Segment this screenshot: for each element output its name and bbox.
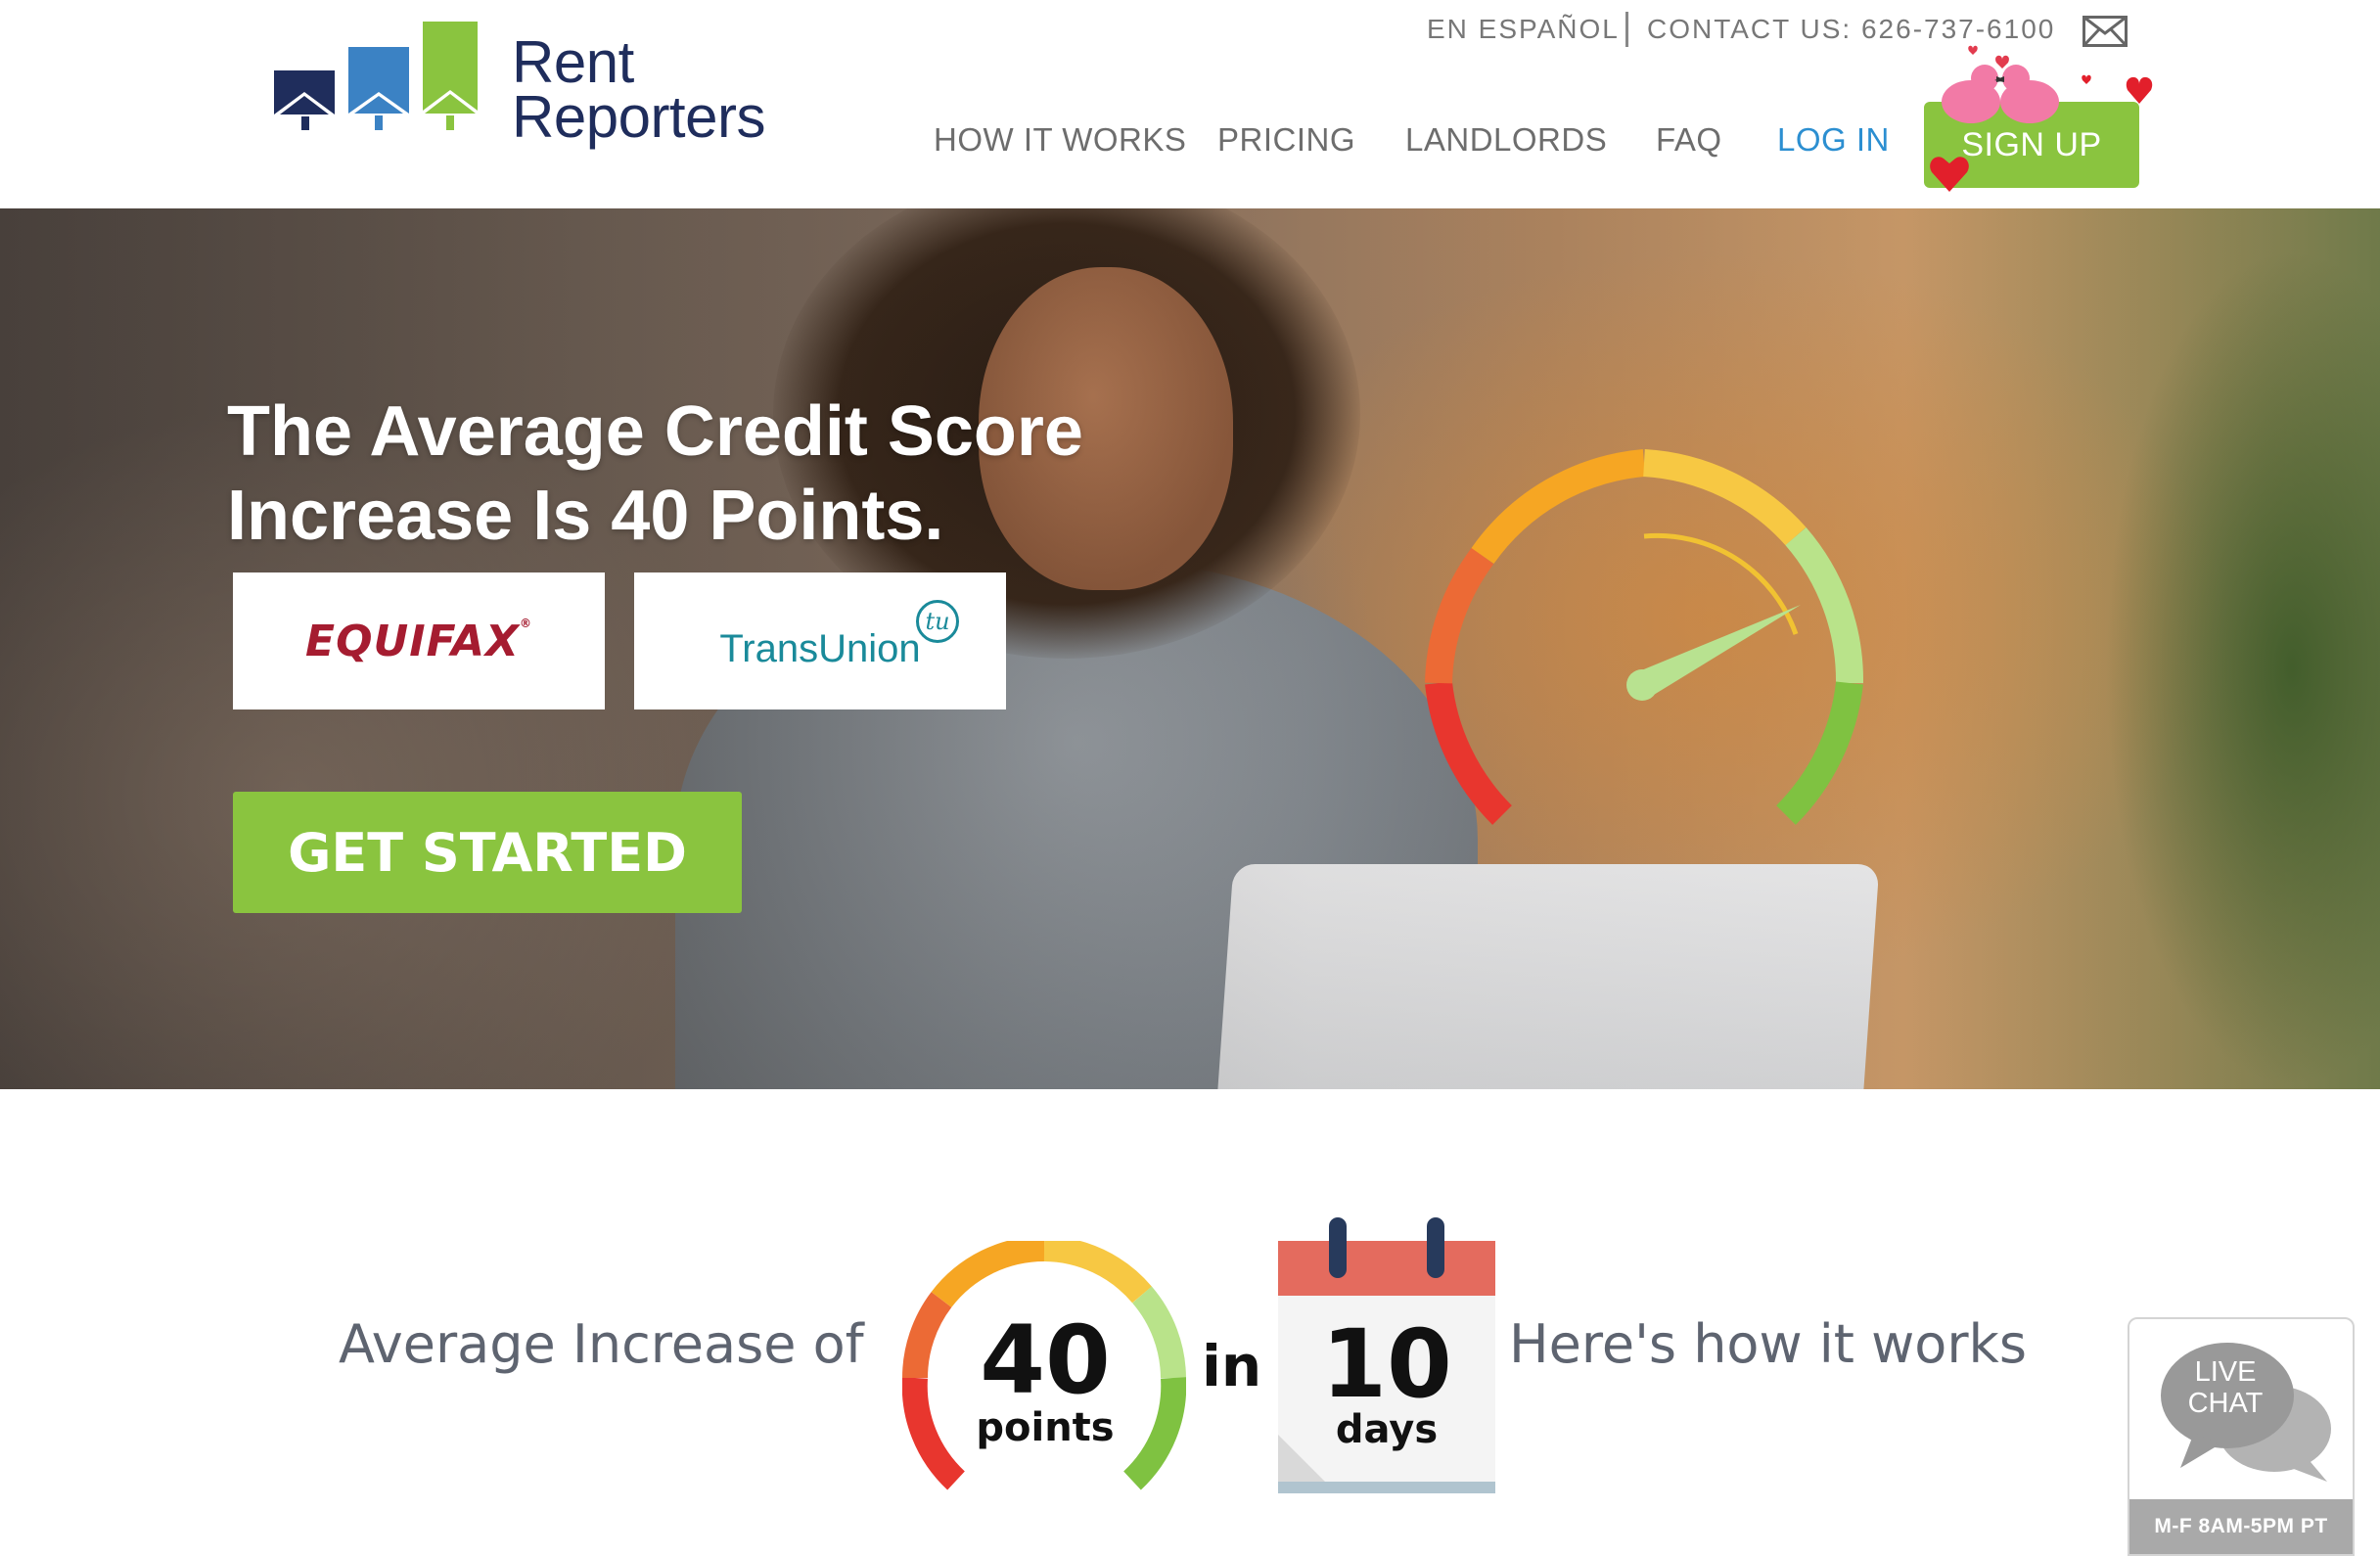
utility-divider	[1625, 12, 1628, 47]
points-unit: points	[976, 1405, 1115, 1450]
stats-connector: in	[1202, 1333, 1262, 1399]
logo-line-reporters: Reporters	[512, 84, 765, 150]
nav-log-in[interactable]: LOG IN	[1777, 121, 1890, 159]
hero-headline-line1: The Average Credit Score	[227, 392, 1083, 471]
transunion-logo-card: TransUnion tu	[634, 572, 1006, 709]
average-increase-label: Average Increase of	[339, 1313, 864, 1375]
nav-how-it-works[interactable]: HOW IT WORKS	[934, 121, 1186, 159]
nav-faq[interactable]: FAQ	[1656, 121, 1722, 159]
live-chat-hours: M-F 8AM-5PM PT	[2129, 1499, 2353, 1554]
hero-headline: The Average Credit Score Increase Is 40 …	[227, 389, 1186, 558]
equifax-logo: EQUIFAX®	[305, 616, 532, 666]
transunion-logo: TransUnion	[719, 626, 921, 670]
espanol-link[interactable]: EN ESPAÑOL	[1427, 14, 1620, 45]
live-chat-line1: LIVE	[2194, 1356, 2257, 1388]
love-birds-icon	[1942, 45, 2153, 123]
hero-banner: The Average Credit Score Increase Is 40 …	[0, 208, 2380, 1089]
nav-pricing[interactable]: PRICING	[1217, 121, 1355, 159]
get-started-button[interactable]: GET STARTED	[233, 792, 742, 913]
credit-score-gauge-icon	[1425, 449, 1864, 825]
live-chat-label: LIVE CHAT	[2176, 1356, 2274, 1419]
equifax-logo-card: EQUIFAX®	[233, 572, 605, 709]
heart-icon	[1930, 157, 1969, 192]
live-chat-widget[interactable]: LIVE CHAT M-F 8AM-5PM PT	[2128, 1317, 2355, 1556]
live-chat-line2: CHAT	[2187, 1388, 2264, 1419]
transunion-badge-icon: tu	[916, 600, 959, 643]
contact-phone-link[interactable]: CONTACT US: 626-737-6100	[1647, 14, 2055, 45]
days-value: 10	[1321, 1309, 1452, 1419]
points-value: 40	[980, 1305, 1111, 1415]
days-unit: days	[1335, 1407, 1439, 1452]
nav-landlords[interactable]: LANDLORDS	[1405, 121, 1607, 159]
hero-headline-line2: Increase Is 40 Points.	[227, 477, 944, 555]
how-it-works-link[interactable]: Here's how it works	[1509, 1313, 2027, 1375]
site-header: Rent Reporters EN ESPAÑOL CONTACT US: 62…	[0, 0, 2380, 208]
